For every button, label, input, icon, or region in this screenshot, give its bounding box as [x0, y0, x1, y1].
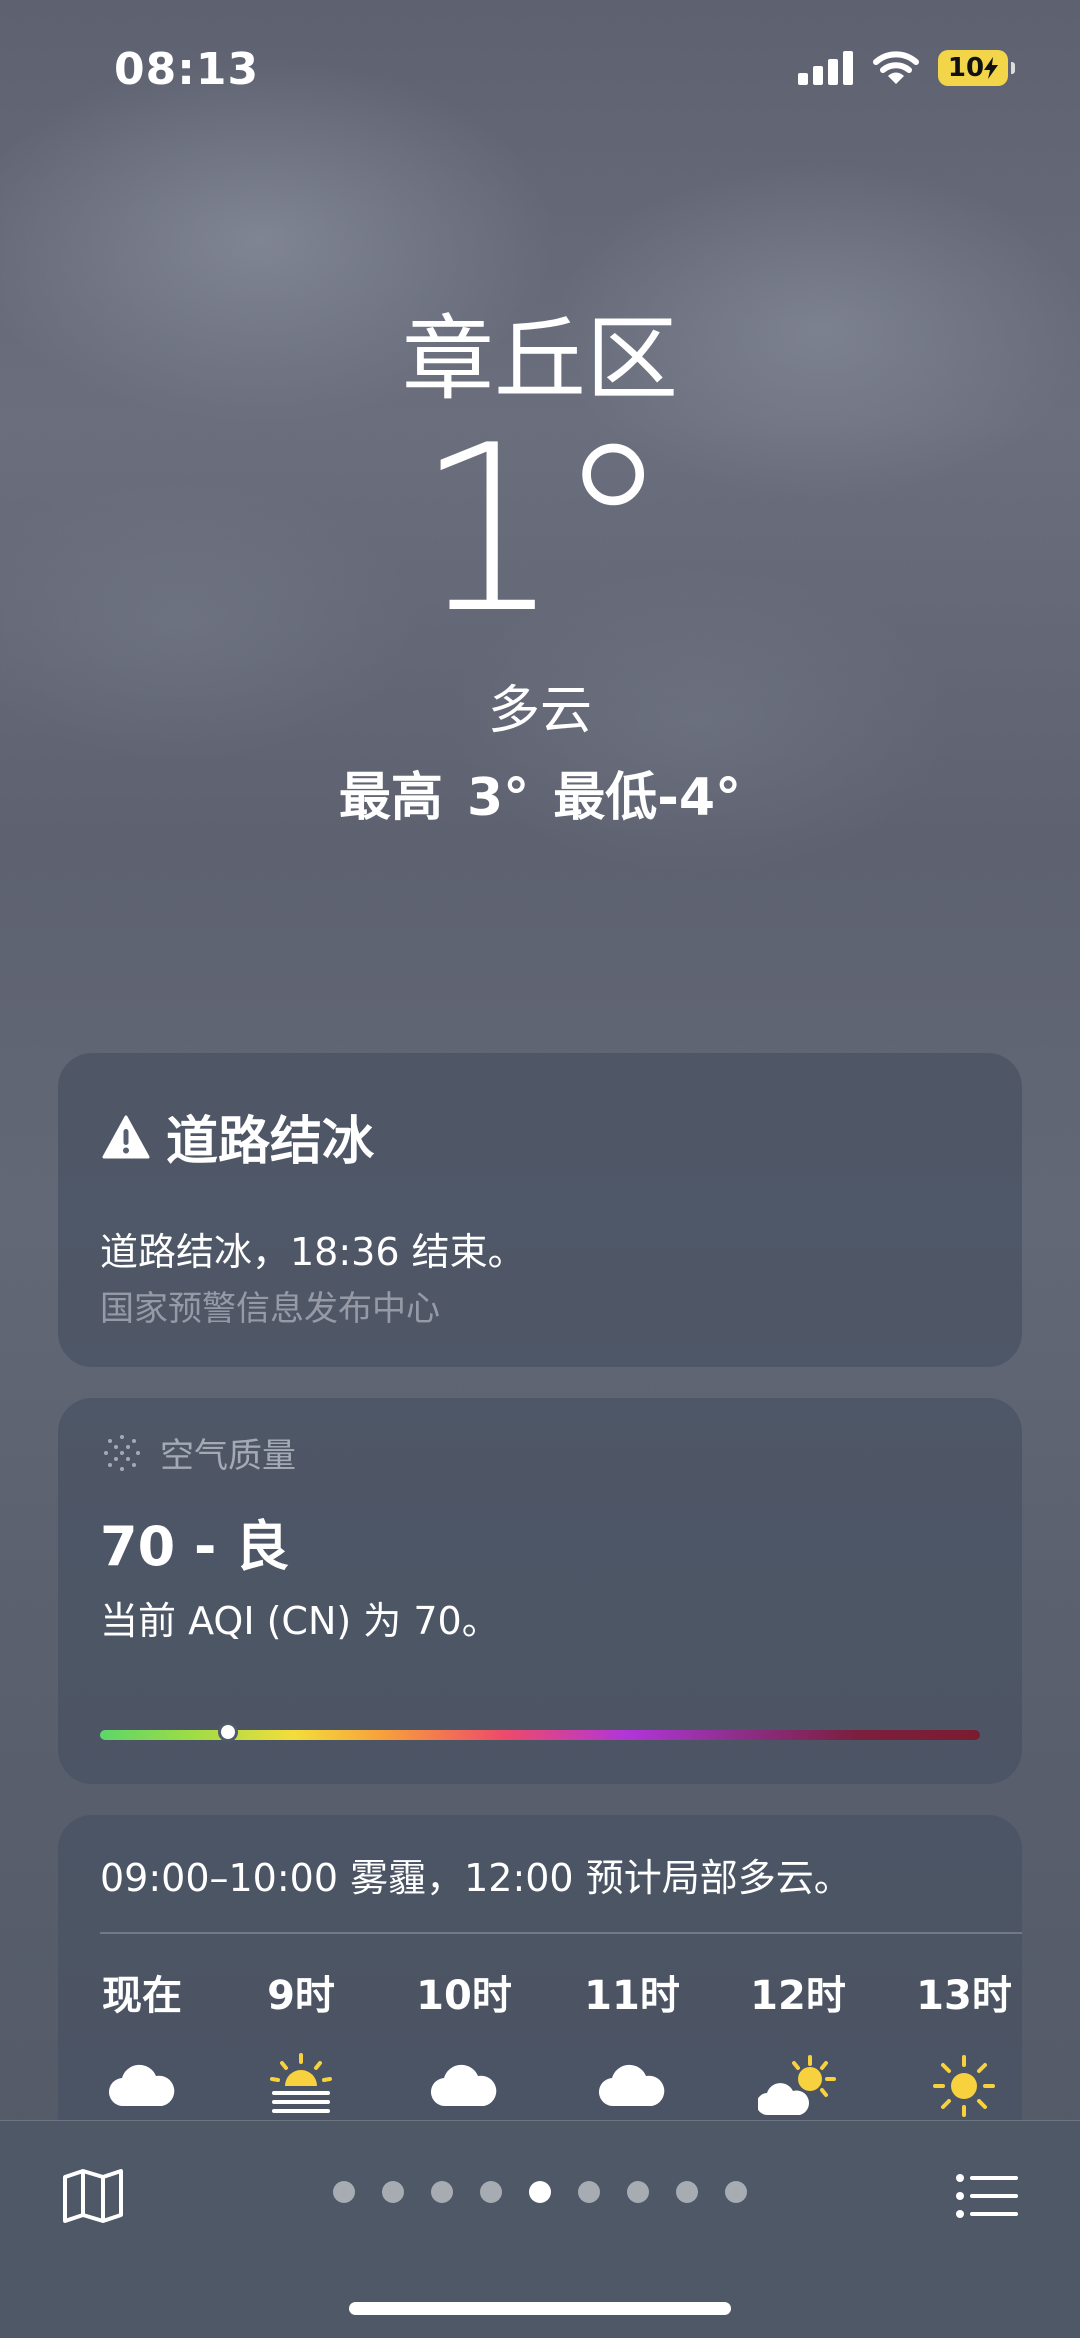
cellular-signal-icon: [798, 51, 853, 85]
page-dot[interactable]: [382, 2181, 404, 2203]
alert-title-row: 道路结冰: [102, 1099, 374, 1174]
air-quality-header: 空气质量: [102, 1428, 296, 1477]
hour-item: 12时: [713, 1963, 883, 2121]
hour-label: 13时: [916, 1973, 1012, 2019]
high-low-temperature: 最高 3° 最低-4°: [338, 768, 742, 828]
aqi-indicator-dot: [220, 1725, 235, 1739]
page-dot[interactable]: [627, 2181, 649, 2203]
status-time: 08:13: [114, 44, 260, 95]
current-weather: 章丘区 1° 多云 最高 3° 最低-4°: [0, 300, 1080, 830]
charging-bolt-icon: [984, 57, 999, 79]
cloud-icon: [430, 2064, 497, 2107]
aqi-scale-bar: [100, 1725, 980, 1740]
hour-item: 9时: [216, 1963, 386, 2121]
weather-condition: 多云: [487, 681, 592, 741]
battery-indicator: 10: [938, 50, 1015, 86]
home-indicator[interactable]: [349, 2302, 731, 2315]
city-list-button[interactable]: [952, 2161, 1022, 2231]
list-icon: [956, 2174, 1018, 2218]
partly-cloudy-icon: [758, 2055, 836, 2116]
aqi-description: 当前 AQI (CN) 为 70。: [100, 1599, 500, 1643]
page-indicator[interactable]: [0, 2181, 1080, 2203]
page-dot[interactable]: [333, 2181, 355, 2203]
cloud-icon: [598, 2064, 665, 2107]
hour-label: 12时: [750, 1973, 846, 2019]
hourly-summary: 09:00–10:00 雾霾，12:00 预计局部多云。: [100, 1856, 852, 1900]
page-dot[interactable]: [676, 2181, 698, 2203]
air-quality-card[interactable]: 空气质量 70 - 良 当前 AQI (CN) 为 70。: [58, 1398, 1022, 1784]
current-temperature: 1°: [415, 397, 670, 664]
page-dot[interactable]: [578, 2181, 600, 2203]
alert-description: 道路结冰，18:36 结束。: [100, 1230, 526, 1274]
page-dot[interactable]: [480, 2181, 502, 2203]
air-quality-header-label: 空气质量: [160, 1436, 296, 1476]
status-icons: 10: [798, 50, 1015, 86]
hourly-forecast-card[interactable]: 09:00–10:00 雾霾，12:00 预计局部多云。 现在 9时 10时 1…: [58, 1815, 1022, 2155]
wifi-icon: [873, 51, 919, 84]
hour-label: 10时: [416, 1973, 512, 2019]
divider: [100, 1932, 1022, 1934]
air-quality-icon: [104, 1434, 140, 1471]
hour-item: 13时: [879, 1963, 1049, 2121]
warning-triangle-icon: [102, 1115, 150, 1158]
alert-source: 国家预警信息发布中心: [100, 1289, 440, 1329]
cloud-icon: [108, 2064, 175, 2107]
hour-label: 11时: [584, 1973, 680, 2019]
hour-item: 10时: [379, 1963, 549, 2121]
status-bar: 08:13 10: [0, 0, 1080, 140]
page-dot[interactable]: [431, 2181, 453, 2203]
hourly-list[interactable]: 现在 9时 10时 11时 12时 13时: [58, 1963, 1022, 2133]
alert-title: 道路结冰: [166, 1112, 375, 1172]
hour-item: 现在: [57, 1963, 227, 2121]
weather-alert-card[interactable]: 道路结冰 道路结冰，18:36 结束。 国家预警信息发布中心: [58, 1053, 1022, 1367]
sun-haze-icon: [270, 2053, 332, 2113]
hour-label: 9时: [267, 1973, 335, 2019]
aqi-value: 70 - 良: [100, 1515, 290, 1578]
sun-icon: [933, 2055, 995, 2117]
hour-item: 11时: [547, 1963, 717, 2121]
city-name: 章丘区: [401, 306, 678, 413]
hour-label: 现在: [102, 1973, 182, 2019]
page-dot[interactable]: [725, 2181, 747, 2203]
page-dot-active[interactable]: [529, 2181, 551, 2203]
battery-level: 10: [947, 53, 985, 83]
